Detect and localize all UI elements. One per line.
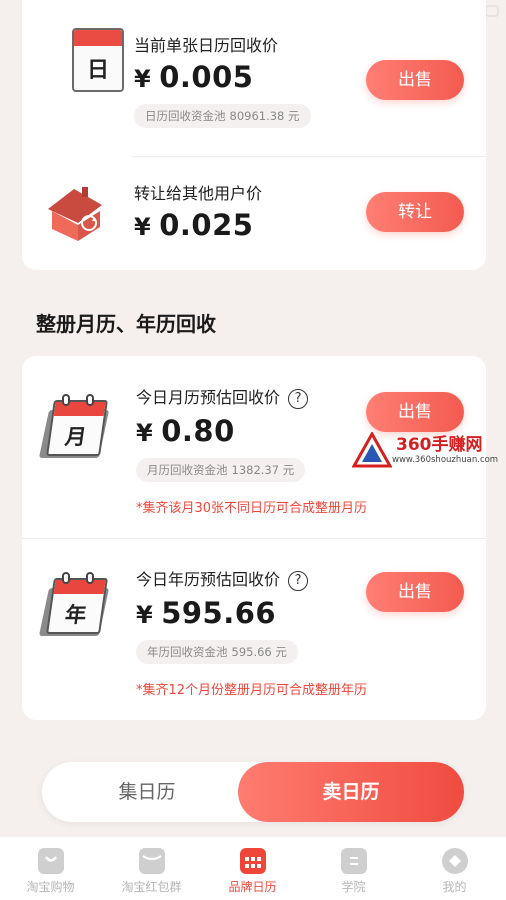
shopping-bag-icon xyxy=(37,848,64,874)
single-calendar-card: 日 当前单张日历回收价 ¥0.005 日历回收资金池 80961.38 元 出售 … xyxy=(22,0,486,270)
calendar-icon xyxy=(239,848,266,874)
section-title: 整册月历、年历回收 xyxy=(36,312,216,336)
transfer-price: ¥0.025 xyxy=(134,208,254,242)
tab-red-packet-group[interactable]: 淘宝红包群 xyxy=(101,837,202,900)
tab-academy[interactable]: 学院 xyxy=(303,837,404,900)
yearly-pool-badge: 年历回收资金池 595.66 元 xyxy=(136,640,298,664)
monthly-calendar-icon: 月 xyxy=(38,392,114,460)
single-price-title: 当前单张日历回收价 xyxy=(134,36,279,55)
collect-calendar-tab[interactable]: 集日历 xyxy=(42,762,252,822)
yearly-help-icon[interactable]: ? xyxy=(288,570,309,591)
single-price: ¥0.005 xyxy=(134,60,254,94)
segment-control: 集日历 卖日历 xyxy=(42,762,464,822)
monthly-price: ¥0.80 xyxy=(136,414,235,448)
house-transfer-icon xyxy=(44,183,106,243)
tab-taobao-shopping[interactable]: 淘宝购物 xyxy=(0,837,101,900)
daily-calendar-icon: 日 xyxy=(72,28,124,92)
yearly-note: *集齐12个月份整册月历可合成整册年历 xyxy=(136,683,368,698)
red-packet-icon xyxy=(138,848,165,874)
bottom-tab-bar: 淘宝购物 淘宝红包群 品牌日历 学院 我的 xyxy=(0,836,506,900)
watermark-logo: 360手赚网 www.360shouzhuan.com xyxy=(352,430,502,470)
sell-calendar-tab[interactable]: 卖日历 xyxy=(238,762,464,822)
transfer-price-title: 转让给其他用户价 xyxy=(134,184,263,203)
profile-icon xyxy=(441,848,468,874)
divider xyxy=(132,156,486,157)
monthly-yearly-card: 月 今日月历预估回收价? ¥0.80 月历回收资金池 1382.37 元 *集齐该… xyxy=(22,356,486,720)
book-icon xyxy=(340,848,367,874)
single-pool-badge: 日历回收资金池 80961.38 元 xyxy=(134,104,311,128)
transfer-button[interactable]: 转让 xyxy=(366,192,464,232)
yearly-calendar-icon: 年 xyxy=(38,570,114,638)
tab-profile[interactable]: 我的 xyxy=(404,837,505,900)
sell-single-button[interactable]: 出售 xyxy=(366,60,464,100)
monthly-price-title: 今日月历预估回收价? xyxy=(136,384,309,409)
monthly-pool-badge: 月历回收资金池 1382.37 元 xyxy=(136,458,306,482)
divider xyxy=(22,538,486,539)
tab-brand-calendar[interactable]: 品牌日历 xyxy=(202,837,303,900)
sell-yearly-button[interactable]: 出售 xyxy=(366,572,464,612)
yearly-price-title: 今日年历预估回收价? xyxy=(136,566,309,591)
monthly-help-icon[interactable]: ? xyxy=(288,388,309,409)
sell-monthly-button[interactable]: 出售 xyxy=(366,392,464,432)
monthly-note: *集齐该月30张不同日历可合成整册月历 xyxy=(136,501,368,516)
yearly-price: ¥595.66 xyxy=(136,596,277,630)
